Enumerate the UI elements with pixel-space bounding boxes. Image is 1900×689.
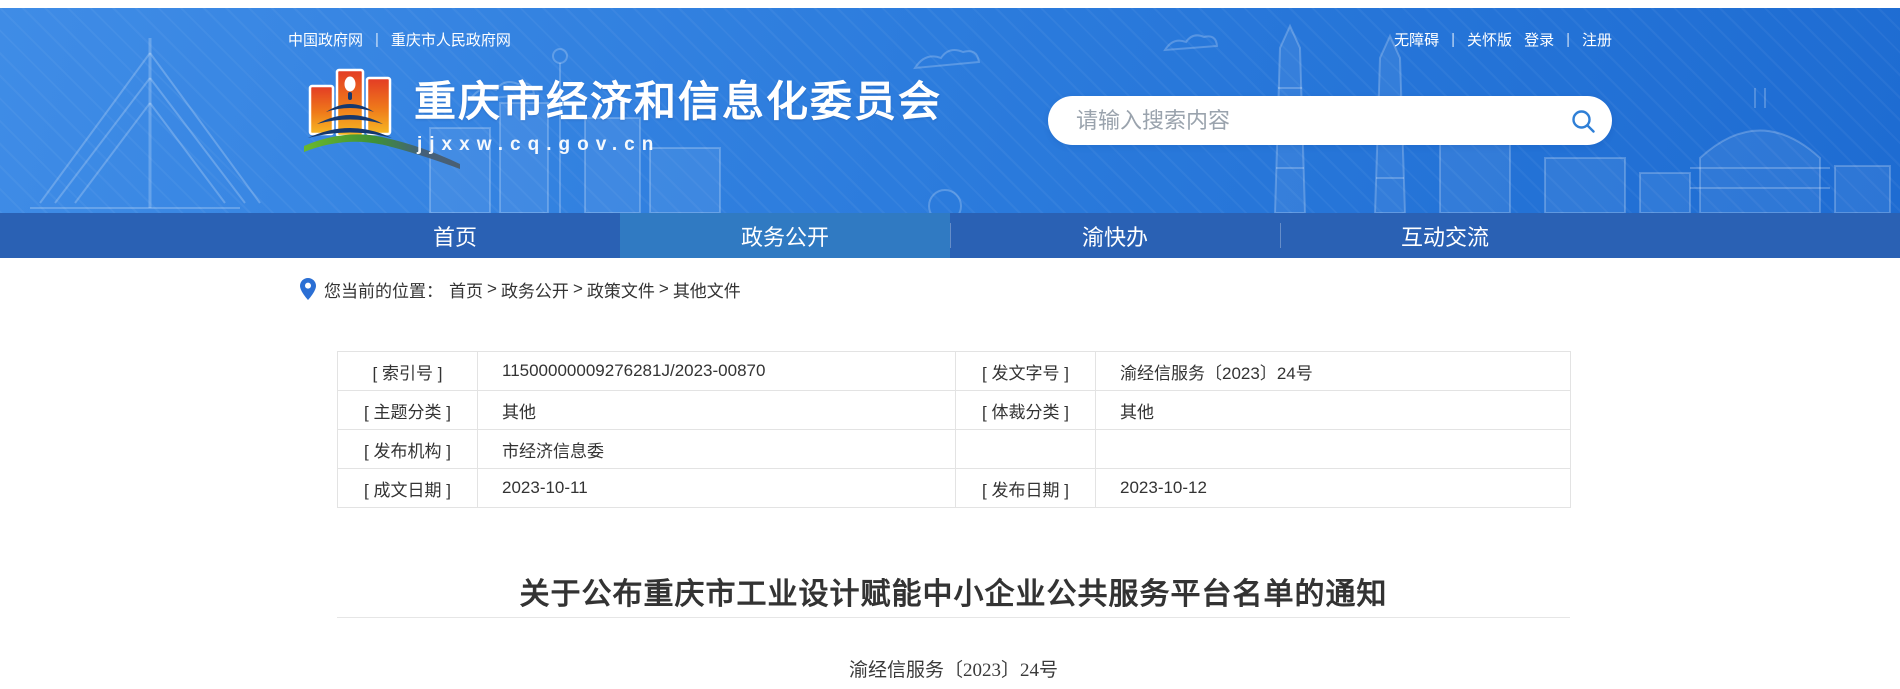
- meta-value-written-date: 2023-10-11: [478, 469, 956, 508]
- breadcrumb-separator: >: [487, 279, 497, 299]
- title-divider: [337, 617, 1570, 618]
- separator: |: [1451, 31, 1455, 48]
- link-login[interactable]: 登录: [1524, 29, 1554, 50]
- meta-label-empty: [956, 430, 1096, 469]
- link-accessibility[interactable]: 无障碍: [1394, 29, 1439, 50]
- meta-label-genre-category: [ 体裁分类 ]: [956, 391, 1096, 430]
- meta-value-index-no: 11500000009276281J/2023-00870: [478, 352, 956, 391]
- breadcrumb: 您当前的位置： 首页 > 政务公开 > 政策文件 > 其他文件: [300, 276, 741, 302]
- meta-value-doc-symbol: 渝经信服务〔2023〕24号: [1096, 352, 1571, 391]
- site-search: [1048, 96, 1612, 145]
- meta-value-genre-category: 其他: [1096, 391, 1571, 430]
- meta-label-publish-date: [ 发布日期 ]: [956, 469, 1096, 508]
- breadcrumb-other-files[interactable]: 其他文件: [673, 277, 741, 302]
- link-chongqing-gov[interactable]: 重庆市人民政府网: [391, 29, 511, 50]
- link-china-gov[interactable]: 中国政府网: [288, 29, 363, 50]
- meta-label-written-date: [ 成文日期 ]: [338, 469, 478, 508]
- site-url: jjxxw.cq.gov.cn: [417, 134, 660, 156]
- breadcrumb-gov-disclosure[interactable]: 政务公开: [501, 277, 569, 302]
- separator: |: [1566, 31, 1570, 48]
- separator: |: [375, 31, 379, 48]
- nav-item-yukuaiban[interactable]: 渝快办: [950, 213, 1280, 258]
- breadcrumb-separator: >: [659, 279, 669, 299]
- link-care-version[interactable]: 关怀版: [1467, 29, 1512, 50]
- meta-value-issuing-agency: 市经济信息委: [478, 430, 956, 469]
- article-doc-number: 渝经信服务〔2023〕24号: [337, 655, 1570, 682]
- search-input[interactable]: [1074, 107, 1554, 135]
- meta-value-publish-date: 2023-10-12: [1096, 469, 1571, 508]
- utility-links-bar: 中国政府网 | 重庆市人民政府网 无障碍 | 关怀版 登录 | 注册: [0, 26, 1900, 52]
- nav-item-gov-disclosure[interactable]: 政务公开: [620, 213, 950, 258]
- nav-item-home[interactable]: 首页: [290, 213, 620, 258]
- nav-item-interaction[interactable]: 互动交流: [1280, 213, 1610, 258]
- main-navigation: 首页 政务公开 渝快办 互动交流: [0, 213, 1900, 258]
- document-meta-table: [ 索引号 ] 11500000009276281J/2023-00870 [ …: [337, 351, 1571, 508]
- meta-label-subject-category: [ 主题分类 ]: [338, 391, 478, 430]
- account-links: 无障碍 | 关怀版 登录 | 注册: [1394, 29, 1612, 50]
- meta-value-empty: [1096, 430, 1571, 469]
- nav-items: 首页 政务公开 渝快办 互动交流: [290, 213, 1610, 258]
- search-icon: [1570, 108, 1596, 134]
- meta-label-doc-symbol: [ 发文字号 ]: [956, 352, 1096, 391]
- breadcrumb-home[interactable]: 首页: [449, 277, 483, 302]
- meta-value-subject-category: 其他: [478, 391, 956, 430]
- location-pin-icon: [300, 278, 316, 300]
- search-button[interactable]: [1554, 96, 1612, 145]
- link-register[interactable]: 注册: [1582, 29, 1612, 50]
- breadcrumb-prefix: 您当前的位置：: [324, 277, 443, 302]
- breadcrumb-separator: >: [573, 279, 583, 299]
- breadcrumb-policy-files[interactable]: 政策文件: [587, 277, 655, 302]
- site-banner: 中国政府网 | 重庆市人民政府网 无障碍 | 关怀版 登录 | 注册: [0, 8, 1900, 213]
- top-white-strip: [0, 0, 1900, 8]
- meta-label-issuing-agency: [ 发布机构 ]: [338, 430, 478, 469]
- gov-site-links: 中国政府网 | 重庆市人民政府网: [288, 29, 511, 50]
- article-title: 关于公布重庆市工业设计赋能中小企业公共服务平台名单的通知: [337, 569, 1570, 613]
- meta-label-index-no: [ 索引号 ]: [338, 352, 478, 391]
